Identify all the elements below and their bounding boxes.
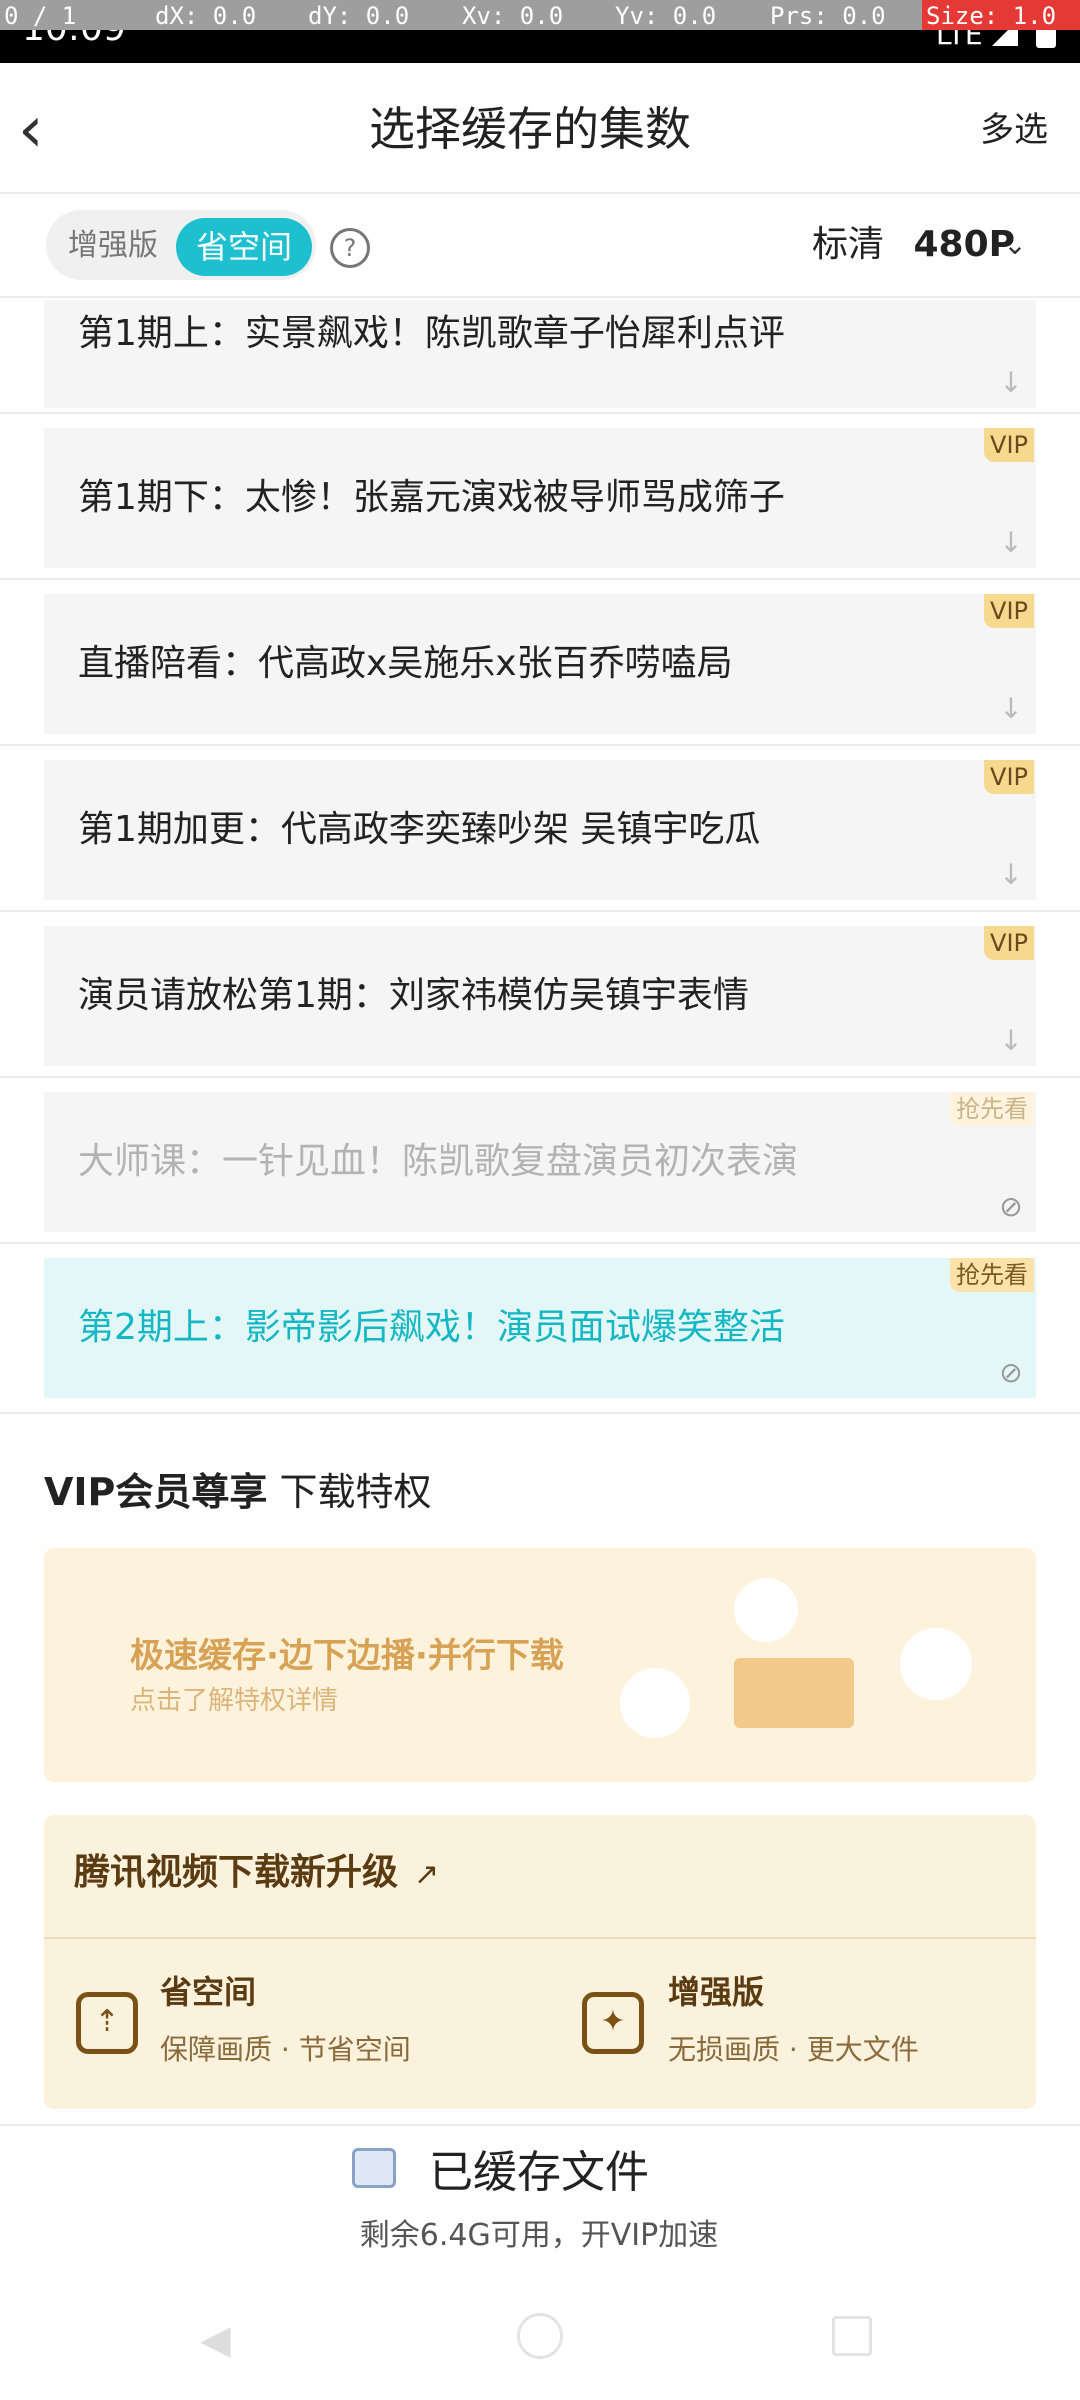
episode-title: 直播陪看：代高政x吴施乐x张百乔唠嗑局 [78, 643, 733, 684]
page-title: 选择缓存的集数 [369, 102, 691, 156]
prohibited-icon: ⊘ [999, 1356, 1023, 1389]
episode-item[interactable]: 抢先看 第2期上：影帝影后飙戏！演员面试爆笑整活 ⊘ [44, 1258, 1036, 1398]
nav-recents-icon[interactable] [832, 2316, 872, 2356]
episode-title: 第2期上：影帝影后飙戏！演员面试爆笑整活 [78, 1307, 785, 1348]
overlay-dy: dY: 0.0 [308, 2, 410, 30]
overlay-dx: dX: 0.0 [155, 2, 257, 30]
episode-item[interactable]: VIP 演员请放松第1期：刘家祎模仿吴镇宇表情 ↓ [44, 926, 1036, 1066]
mode-enhanced-name: 增强版 [668, 1973, 765, 2011]
vip-badge: VIP [984, 428, 1034, 462]
coin-icon [900, 1628, 972, 1700]
vip-badge: VIP [984, 926, 1034, 960]
divider [0, 578, 1080, 580]
save-space-icon: ⇡ [76, 1992, 138, 2054]
upgrade-title[interactable]: 腾讯视频下载新升级 [74, 1845, 414, 1901]
download-arrow-icon: ↓ [999, 366, 1023, 399]
early-access-badge: 抢先看 [950, 1092, 1034, 1126]
vip-badge: VIP [984, 594, 1034, 628]
chevron-left-icon: ‹ [18, 93, 44, 167]
quality-selector[interactable]: 标清 480P [812, 212, 1015, 278]
divider [0, 412, 1080, 414]
overlay-xv: Xv: 0.0 [462, 2, 564, 30]
vip-privilege-heading: VIP会员尊享 下载特权 [44, 1462, 1036, 1522]
banner-subtitle: 点击了解特权详情 [130, 1686, 339, 1716]
overlay-yv: Yv: 0.0 [615, 2, 717, 30]
overlay-size: Size: 1.0 [926, 2, 1057, 30]
episode-title: 大师课：一针见血！陈凯歌复盘演员初次表演 [78, 1141, 799, 1182]
divider [44, 1937, 1036, 1939]
question-circle-icon[interactable]: ? [330, 228, 370, 268]
cached-files-button[interactable]: 已缓存文件 [414, 2142, 664, 2204]
episode-item[interactable]: VIP 直播陪看：代高政x吴施乐x张百乔唠嗑局 ↓ [44, 594, 1036, 734]
quality-label: 标清 [812, 224, 885, 265]
vip-heading-bold: VIP会员尊享 [44, 1470, 268, 1514]
mode-save-space-option[interactable]: 省空间 [176, 218, 312, 276]
vip-privilege-banner[interactable]: 极速缓存·边下边播·并行下载 点击了解特权详情 [44, 1548, 1036, 1782]
divider [0, 910, 1080, 912]
download-arrow-icon: ↓ [999, 692, 1023, 725]
chevron-down-icon[interactable]: ⌄ [996, 226, 1034, 264]
episode-title: 第1期加更：代高政李奕臻吵架 吴镇宇吃瓜 [78, 809, 761, 850]
prohibited-icon: ⊘ [999, 1190, 1023, 1223]
nav-home-icon[interactable] [517, 2313, 563, 2359]
early-access-badge: 抢先看 [950, 1258, 1034, 1292]
overlay-pointer: 0 / 1 [4, 2, 77, 30]
divider [0, 192, 1080, 194]
episode-item[interactable]: 第1期上：实景飙戏！陈凯歌章子怡犀利点评 ↓ [44, 300, 1036, 408]
developer-pointer-overlay: 0 / 1 dX: 0.0 dY: 0.0 Xv: 0.0 Yv: 0.0 Pr… [0, 0, 1080, 30]
mode-save-space-desc: 保障画质 · 节省空间 [160, 2033, 411, 2066]
download-arrow-icon: ↓ [999, 858, 1023, 891]
mode-enhanced-option[interactable]: 增强版 [58, 220, 168, 272]
rocket-coin-icon [734, 1578, 798, 1642]
arrow-right-icon[interactable]: ↗ [414, 1855, 454, 1895]
episode-item[interactable]: VIP 第1期下：太惨！张嘉元演戏被导师骂成筛子 ↓ [44, 428, 1036, 568]
back-button[interactable]: ‹ [18, 90, 84, 170]
multi-select-button[interactable]: 多选 [980, 100, 1072, 160]
divider [0, 2124, 1080, 2126]
vip-heading-rest: 下载特权 [267, 1470, 432, 1514]
folder-icon [352, 2148, 396, 2188]
download-coin-icon [620, 1668, 690, 1738]
mode-enhanced-desc: 无损画质 · 更大文件 [668, 2033, 919, 2066]
download-arrow-icon: ↓ [999, 526, 1023, 559]
enhanced-icon: ✦ [582, 1992, 644, 2054]
overlay-prs: Prs: 0.0 [770, 2, 886, 30]
download-arrow-icon: ↓ [999, 1024, 1023, 1057]
overlay-size-box: Size: 1.0 [922, 0, 1080, 30]
divider [0, 1242, 1080, 1244]
banner-title: 极速缓存·边下边播·并行下载 [130, 1636, 564, 1676]
vip-badge: VIP [984, 760, 1034, 794]
divider [0, 1076, 1080, 1078]
divider [0, 1412, 1080, 1414]
gift-box-illustration [734, 1658, 854, 1728]
storage-info-link[interactable]: 剩余6.4G可用，开VIP加速 [354, 2216, 724, 2256]
episode-title: 演员请放松第1期：刘家祎模仿吴镇宇表情 [78, 975, 749, 1016]
divider [0, 296, 1080, 298]
nav-back-icon[interactable]: ◀ [200, 2318, 244, 2362]
mode-save-space-name: 省空间 [160, 1973, 257, 2011]
episode-item[interactable]: VIP 第1期加更：代高政李奕臻吵架 吴镇宇吃瓜 ↓ [44, 760, 1036, 900]
divider [0, 744, 1080, 746]
episode-title: 第1期上：实景飙戏！陈凯歌章子怡犀利点评 [78, 313, 785, 354]
episode-title: 第1期下：太惨！张嘉元演戏被导师骂成筛子 [78, 477, 785, 518]
episode-item[interactable]: 抢先看 大师课：一针见血！陈凯歌复盘演员初次表演 ⊘ [44, 1092, 1036, 1232]
